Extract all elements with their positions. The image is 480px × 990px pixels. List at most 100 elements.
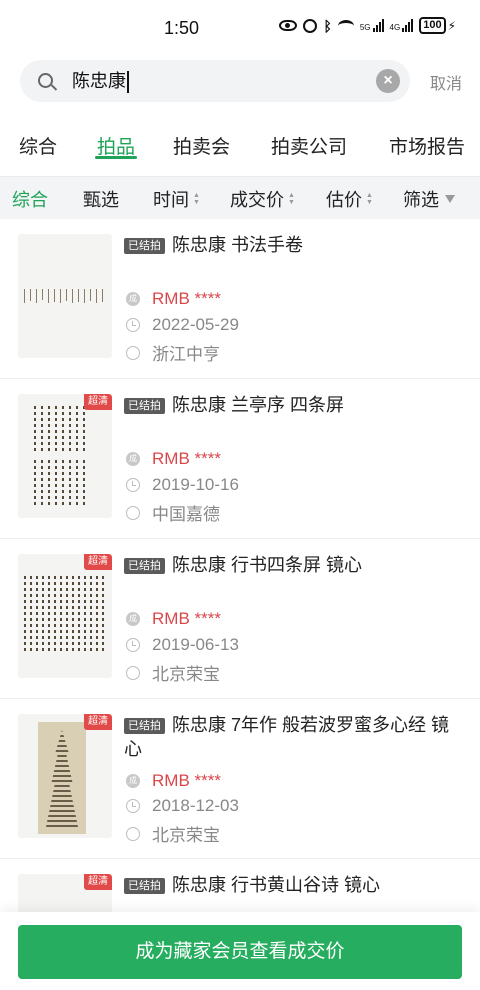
signal-icon-2: 4G [390,19,414,32]
hd-badge: 超清 [84,394,112,410]
tab-market-reports[interactable]: 市场报告 [389,122,465,159]
price-value: RMB **** [152,771,221,790]
status-badge: 已结拍 [124,558,165,574]
price-row: 成 RMB **** [126,289,221,309]
item-title-text: 陈忠康 行书黄山谷诗 镜心 [172,875,381,895]
search-icon [38,73,53,88]
funnel-icon [445,195,455,203]
become-member-button[interactable]: 成为藏家会员查看成交价 [18,925,462,979]
list-item[interactable]: 超清 已结拍 陈忠康 7年作 般若波罗蜜多心经 镜心 成 RMB **** 201… [0,699,480,859]
filter-label: 综合 [12,190,48,210]
price-icon: 成 [126,612,140,626]
signal-icon: 5G [360,19,384,32]
list-item[interactable]: 已结拍 陈忠康 书法手卷 成 RMB **** 2022-05-29 浙江中亨 [0,219,480,379]
house-row: 北京荣宝 [126,660,220,685]
filter-sale-price[interactable]: 成交价 ▲ ▼ [230,186,295,212]
text-caret [127,71,129,94]
battery-level: 100 [419,17,446,34]
artwork-thumbnail: 超清 [18,394,112,518]
status-icons: ᛒ 5G 4G 100 ⚡ [279,17,456,34]
item-title-text: 陈忠康 7年作 般若波罗蜜多心经 镜心 [124,715,450,759]
price-row: 成 RMB **** [126,609,221,629]
category-tabs: 综合 拍品 拍卖会 拍卖公司 市场报告 [0,122,480,176]
hd-badge: 超清 [84,554,112,570]
filter-label: 甄选 [83,190,119,210]
status-badge: 已结拍 [124,398,165,414]
bottom-cta-bar: 成为藏家会员查看成交价 [0,912,480,990]
four-panel-artwork [34,406,85,452]
bluetooth-icon: ᛒ [323,17,332,34]
auction-house: 浙江中亨 [152,345,220,364]
clock-icon [126,478,140,492]
network-label-2: 4G [389,23,401,32]
item-title: 已结拍 陈忠康 7年作 般若波罗蜜多心经 镜心 [124,713,460,761]
status-bar: 1:50 ᛒ 5G 4G 100 ⚡ [0,0,480,56]
status-badge: 已结拍 [124,878,165,894]
item-title-text: 陈忠康 行书四条屏 镜心 [172,555,363,575]
charging-icon: ⚡ [447,18,456,33]
wifi-icon [337,19,354,32]
eye-icon [279,20,298,31]
auction-date: 2022-05-29 [152,315,239,334]
filter-label: 成交价 [230,190,284,210]
tab-overview[interactable]: 综合 [19,122,57,159]
alarm-icon [303,18,318,33]
auction-house: 北京荣宝 [152,826,220,845]
house-row: 中国嘉德 [126,500,220,525]
filter-bar: 综合 甄选 时间 ▲ ▼ 成交价 ▲ ▼ 估价 ▲ ▼ 筛选 [0,177,480,219]
search-input[interactable]: 陈忠康 [72,60,362,102]
auction-date: 2018-12-03 [152,796,239,815]
filter-screen[interactable]: 筛选 [403,186,455,212]
clock-icon [126,638,140,652]
house-row: 北京荣宝 [126,821,220,846]
price-icon: 成 [126,292,140,306]
circle-icon [126,345,140,360]
auction-house: 中国嘉德 [152,505,220,524]
search-box[interactable]: 陈忠康 × [20,60,410,102]
artwork-thumbnail: 超清 [18,714,112,838]
battery-icon: 100 ⚡ [419,17,456,34]
sort-icon: ▲ ▼ [366,192,373,206]
tab-auctions[interactable]: 拍卖会 [173,122,230,159]
search-row: 陈忠康 × 取消 [0,60,480,104]
filter-time[interactable]: 时间 ▲ ▼ [153,186,200,212]
handscroll-artwork [22,286,108,306]
list-item[interactable]: 超清 已结拍 陈忠康 行书四条屏 镜心 成 RMB **** 2019-06-13… [0,539,480,699]
clear-icon[interactable]: × [376,69,400,93]
hd-badge: 超清 [84,874,112,890]
item-title-text: 陈忠康 书法手卷 [172,235,304,255]
date-row: 2019-06-13 [126,635,239,655]
price-value: RMB **** [152,289,221,308]
circle-icon [126,505,140,520]
price-icon: 成 [126,774,140,788]
auction-date: 2019-06-13 [152,635,239,654]
cursive-artwork [24,576,104,652]
sort-icon: ▲ ▼ [193,192,200,206]
filter-estimate[interactable]: 估价 ▲ ▼ [326,186,373,212]
item-title-text: 陈忠康 兰亭序 四条屏 [172,395,345,415]
price-row: 成 RMB **** [126,449,221,469]
sort-icon: ▲ ▼ [288,192,295,206]
tab-auction-houses[interactable]: 拍卖公司 [271,122,347,159]
status-time: 1:50 [164,18,200,38]
price-row: 成 RMB **** [126,771,221,791]
tab-lots[interactable]: 拍品 [94,122,138,159]
filter-featured[interactable]: 甄选 [83,186,119,212]
filter-overview[interactable]: 综合 [12,186,48,212]
price-icon: 成 [126,452,140,466]
price-value: RMB **** [152,609,221,628]
pagoda-sutra-artwork [38,722,86,834]
cancel-button[interactable]: 取消 [430,70,462,94]
status-badge: 已结拍 [124,718,165,734]
date-row: 2019-10-16 [126,475,239,495]
house-row: 浙江中亨 [126,340,220,365]
filter-label: 估价 [326,190,362,210]
item-title: 已结拍 陈忠康 行书黄山谷诗 镜心 [124,873,460,897]
artwork-thumbnail [18,234,112,358]
date-row: 2018-12-03 [126,796,239,816]
hd-badge: 超清 [84,714,112,730]
list-item[interactable]: 超清 已结拍 陈忠康 兰亭序 四条屏 成 RMB **** 2019-10-16 … [0,379,480,539]
date-row: 2022-05-29 [126,315,239,335]
artwork-thumbnail: 超清 [18,554,112,678]
price-value: RMB **** [152,449,221,468]
